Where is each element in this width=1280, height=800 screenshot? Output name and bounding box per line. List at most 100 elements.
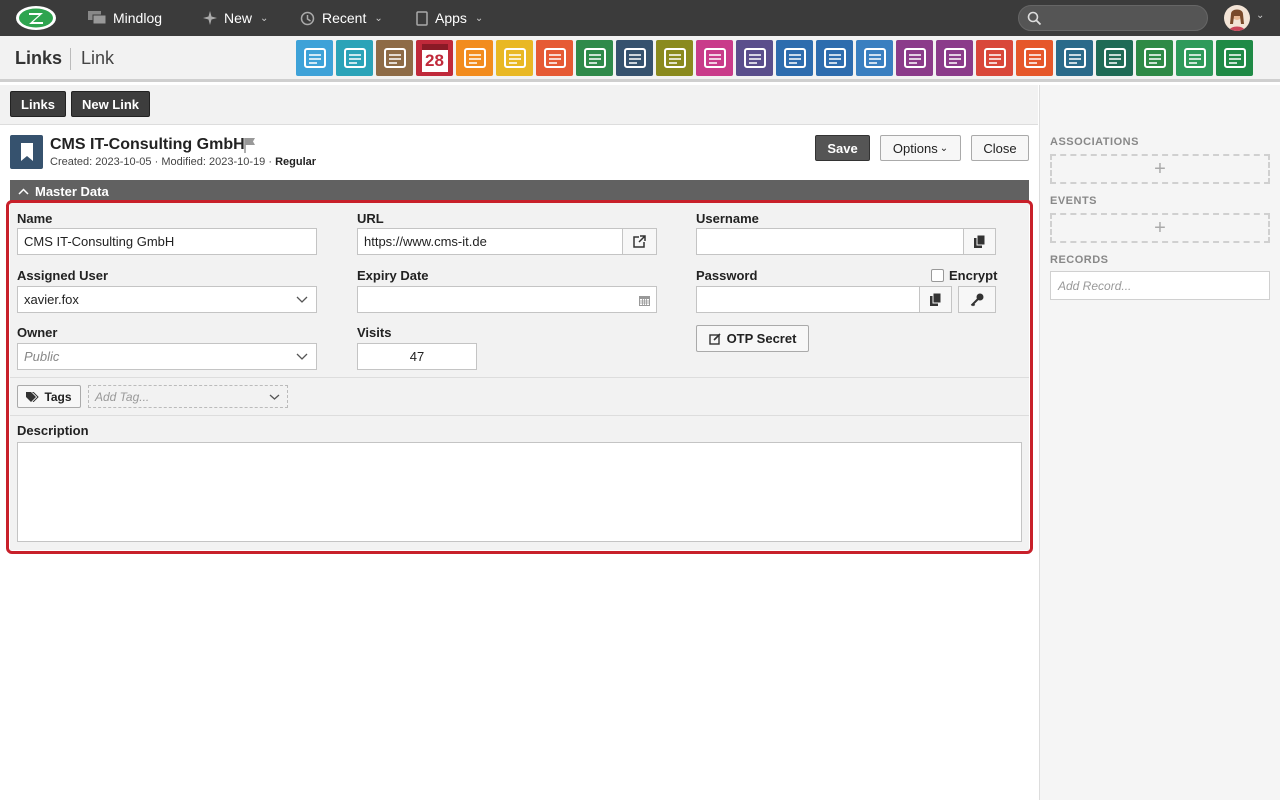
chevron-down-icon: ⌄ bbox=[474, 12, 484, 24]
tags-label: Tags bbox=[44, 389, 72, 404]
broadcast-icon[interactable] bbox=[1016, 40, 1053, 76]
copy-password-button[interactable] bbox=[919, 286, 952, 313]
owner-value: Public bbox=[24, 349, 60, 364]
calendar-icon[interactable] bbox=[639, 295, 650, 306]
section-title: Master Data bbox=[35, 183, 109, 199]
nav-new-label: New bbox=[224, 10, 253, 26]
open-url-button[interactable] bbox=[622, 228, 657, 255]
add-record-input[interactable]: Add Record... bbox=[1050, 271, 1270, 300]
add-tag-select[interactable]: Add Tag... bbox=[88, 385, 288, 408]
visits-label: Visits bbox=[357, 325, 392, 340]
price-tag-icon[interactable] bbox=[1176, 40, 1213, 76]
key-icon bbox=[970, 293, 984, 306]
breadcrumb-module[interactable]: Links bbox=[15, 48, 62, 69]
record-type: Regular bbox=[275, 156, 317, 168]
description-textarea[interactable] bbox=[17, 442, 1022, 542]
nav-new[interactable]: New ⌄ bbox=[203, 0, 268, 36]
meta-separator: · bbox=[268, 156, 273, 168]
dollar-icon[interactable] bbox=[736, 40, 773, 76]
flag-icon[interactable] bbox=[243, 137, 257, 156]
chevron-down-icon: ⌄ bbox=[939, 142, 949, 154]
assigned-user-select[interactable]: xavier.fox bbox=[17, 286, 317, 313]
record-meta: Created: 2023-10-05 · Modified: 2023-10-… bbox=[50, 156, 316, 168]
mail-icon[interactable] bbox=[296, 40, 333, 76]
notes-icon[interactable] bbox=[576, 40, 613, 76]
options-button[interactable]: Options ⌄ bbox=[880, 135, 961, 161]
new-link-button[interactable]: New Link bbox=[71, 91, 150, 117]
assigned-user-label: Assigned User bbox=[17, 268, 109, 283]
search-icon bbox=[1027, 11, 1042, 26]
module-toolbar bbox=[0, 85, 1038, 125]
owner-select[interactable]: Public bbox=[17, 343, 317, 370]
nav-apps[interactable]: Apps ⌄ bbox=[416, 0, 483, 36]
nav-recent-label: Recent bbox=[322, 10, 367, 26]
master-data-section-header[interactable]: Master Data bbox=[10, 180, 1029, 202]
tags-button[interactable]: Tags bbox=[17, 385, 81, 408]
contacts-icon[interactable] bbox=[376, 40, 413, 76]
password-field[interactable] bbox=[696, 286, 920, 313]
projects-icon[interactable] bbox=[536, 40, 573, 76]
chevron-down-icon bbox=[296, 353, 308, 360]
copy-icon bbox=[929, 293, 941, 306]
created-date: 2023-10-05 bbox=[95, 156, 152, 168]
contract-icon[interactable] bbox=[896, 40, 933, 76]
username-field[interactable] bbox=[696, 228, 964, 255]
otp-secret-button[interactable]: OTP Secret bbox=[696, 325, 809, 352]
encrypt-label: Encrypt bbox=[949, 268, 998, 283]
app-logo-icon[interactable] bbox=[14, 4, 58, 32]
chevron-down-icon[interactable]: ⌄ bbox=[1256, 10, 1264, 21]
plus-icon: + bbox=[1154, 157, 1166, 180]
truck-icon[interactable] bbox=[776, 40, 813, 76]
save-button[interactable]: Save bbox=[815, 135, 870, 161]
expiry-date-field[interactable] bbox=[357, 286, 657, 313]
handshake-icon[interactable] bbox=[936, 40, 973, 76]
links-button[interactable]: Links bbox=[10, 91, 66, 117]
add-tag-placeholder: Add Tag... bbox=[95, 389, 150, 404]
events-label: EVENTS bbox=[1050, 195, 1098, 207]
documents-icon[interactable] bbox=[656, 40, 693, 76]
database-icon[interactable] bbox=[1216, 40, 1253, 76]
chevron-down-icon: ⌄ bbox=[260, 12, 269, 24]
nav-mindlog-label: Mindlog bbox=[113, 10, 163, 26]
pdf-icon[interactable] bbox=[976, 40, 1013, 76]
url-value: https://www.cms-it.de bbox=[364, 234, 487, 249]
add-event-button[interactable]: + bbox=[1050, 213, 1270, 243]
created-label: Created: bbox=[50, 156, 93, 168]
add-association-button[interactable]: + bbox=[1050, 154, 1270, 184]
name-value: CMS IT-Consulting GmbH bbox=[24, 234, 175, 249]
chevron-down-icon bbox=[296, 296, 308, 303]
right-sidebar bbox=[1039, 85, 1280, 800]
tablet-icon bbox=[416, 10, 428, 26]
modified-date: 2023-10-19 bbox=[209, 156, 266, 168]
name-field[interactable]: CMS IT-Consulting GmbH bbox=[17, 228, 317, 255]
stopwatch-icon[interactable] bbox=[456, 40, 493, 76]
visits-field[interactable]: 47 bbox=[357, 343, 477, 370]
cashier-icon[interactable] bbox=[696, 40, 733, 76]
bookmark-icon[interactable] bbox=[616, 40, 653, 76]
address-book-icon[interactable] bbox=[336, 40, 373, 76]
support-icon[interactable] bbox=[816, 40, 853, 76]
chevron-down-icon bbox=[269, 394, 280, 400]
cart-icon[interactable] bbox=[1096, 40, 1133, 76]
edit-icon bbox=[708, 332, 721, 345]
name-label: Name bbox=[17, 211, 53, 226]
money-bag-icon[interactable] bbox=[856, 40, 893, 76]
calendar-icon[interactable]: 28 bbox=[416, 40, 453, 76]
nav-apps-label: Apps bbox=[435, 10, 467, 26]
otp-secret-label: OTP Secret bbox=[726, 331, 797, 346]
nav-recent[interactable]: Recent ⌄ bbox=[300, 0, 383, 36]
associations-label: ASSOCIATIONS bbox=[1050, 136, 1139, 148]
nav-mindlog[interactable]: Mindlog bbox=[88, 0, 162, 36]
generate-password-button[interactable] bbox=[958, 286, 996, 313]
username-label: Username bbox=[696, 211, 759, 226]
encrypt-checkbox[interactable] bbox=[931, 269, 944, 282]
global-search-input[interactable] bbox=[1018, 5, 1208, 31]
user-avatar[interactable] bbox=[1224, 5, 1250, 31]
download-icon[interactable] bbox=[1056, 40, 1093, 76]
owner-label: Owner bbox=[17, 325, 58, 340]
tasks-icon[interactable] bbox=[496, 40, 533, 76]
url-field[interactable]: https://www.cms-it.de bbox=[357, 228, 623, 255]
close-button[interactable]: Close bbox=[971, 135, 1029, 161]
cash-icon[interactable] bbox=[1136, 40, 1173, 76]
copy-username-button[interactable] bbox=[963, 228, 996, 255]
